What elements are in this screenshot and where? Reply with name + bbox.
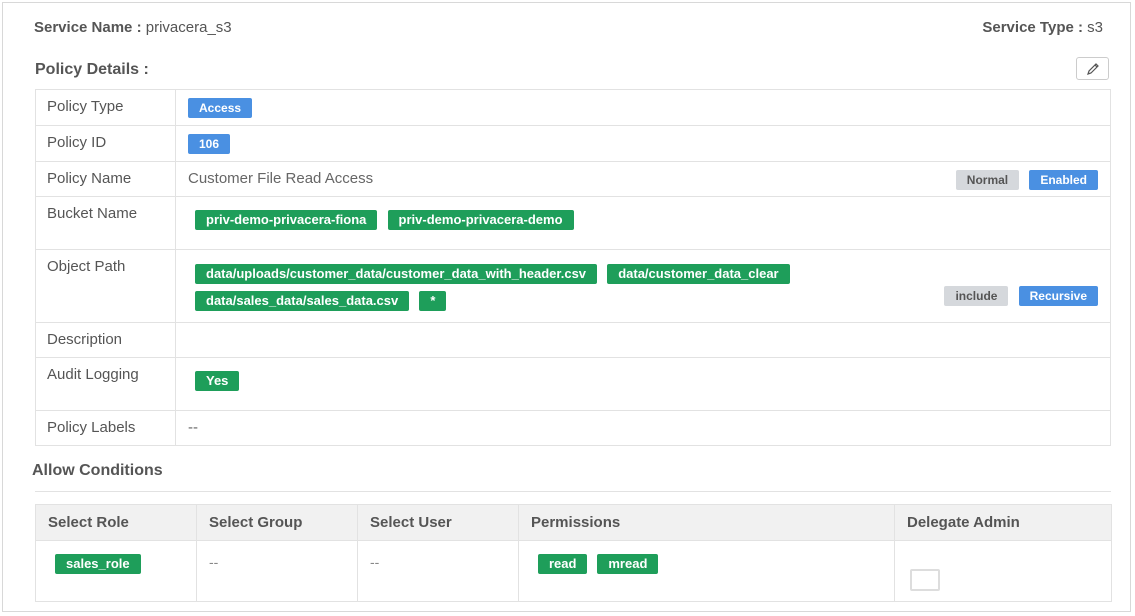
row-policy-name: Policy Name Customer File Read Access No… — [35, 161, 1111, 197]
policy-priority-badge: Normal — [955, 170, 1020, 190]
policy-view-panel: Service Name : privacera_s3 Service Type… — [2, 2, 1131, 612]
service-type: Service Type : s3 — [982, 19, 1103, 36]
policy-labels-label: Policy Labels — [35, 410, 176, 446]
row-policy-id: Policy ID 106 — [35, 125, 1111, 162]
policy-name-label: Policy Name — [35, 161, 176, 197]
description-label: Description — [35, 322, 176, 358]
col-permissions: Permissions — [518, 504, 895, 541]
col-select-role: Select Role — [35, 504, 197, 541]
policy-details-table: Policy Type Access Policy ID 106 Policy … — [35, 89, 1111, 446]
policy-details-title: Policy Details : — [35, 61, 149, 78]
table-row: sales_role -- -- read mread — [35, 540, 1112, 602]
policy-id-badge: 106 — [188, 134, 231, 154]
allow-conditions-table: Select Role Select Group Select User Per… — [35, 504, 1112, 602]
bucket-name-label: Bucket Name — [35, 196, 176, 250]
service-name-label: Service Name : — [34, 19, 142, 36]
row-description: Description — [35, 322, 1111, 358]
policy-status-badge: Enabled — [1029, 170, 1098, 190]
bucket-tag: priv-demo-privacera-demo — [387, 210, 574, 230]
pencil-icon — [1087, 63, 1099, 75]
user-value: -- — [357, 540, 519, 602]
policy-type-badge: Access — [188, 98, 253, 118]
section-divider — [35, 491, 1111, 492]
object-path-tag: data/uploads/customer_data/customer_data… — [195, 264, 598, 284]
col-select-user: Select User — [357, 504, 519, 541]
object-path-tag: data/sales_data/sales_data.csv — [195, 291, 410, 311]
col-select-group: Select Group — [196, 504, 358, 541]
permission-tag: mread — [597, 554, 659, 574]
service-type-label: Service Type : — [982, 19, 1083, 36]
edit-policy-button[interactable] — [1076, 57, 1109, 80]
policy-labels-value: -- — [188, 419, 198, 436]
audit-logging-label: Audit Logging — [35, 357, 176, 411]
allow-conditions-title: Allow Conditions — [32, 462, 163, 479]
policy-type-label: Policy Type — [35, 89, 176, 126]
allow-conditions-header: Select Role Select Group Select User Per… — [35, 504, 1112, 541]
description-value — [175, 322, 1111, 358]
role-tag: sales_role — [55, 554, 141, 574]
service-name-value: privacera_s3 — [145, 19, 232, 36]
row-policy-labels: Policy Labels -- — [35, 410, 1111, 446]
audit-logging-badge: Yes — [195, 371, 240, 391]
delegate-admin-checkbox[interactable] — [910, 569, 940, 591]
object-path-label: Object Path — [35, 249, 176, 323]
policy-name-value: Customer File Read Access — [188, 170, 374, 187]
group-value: -- — [196, 540, 358, 602]
object-path-tag: * — [419, 291, 447, 311]
include-badge: include — [944, 286, 1009, 306]
service-type-value: s3 — [1087, 19, 1103, 36]
service-name: Service Name : privacera_s3 — [34, 19, 232, 36]
row-audit-logging: Audit Logging Yes — [35, 357, 1111, 411]
col-delegate-admin: Delegate Admin — [894, 504, 1112, 541]
policy-id-label: Policy ID — [35, 125, 176, 162]
permission-tag: read — [538, 554, 588, 574]
bucket-tag: priv-demo-privacera-fiona — [195, 210, 378, 230]
row-object-path: Object Path data/uploads/customer_data/c… — [35, 249, 1111, 323]
row-bucket-name: Bucket Name priv-demo-privacera-fiona pr… — [35, 196, 1111, 250]
row-policy-type: Policy Type Access — [35, 89, 1111, 126]
recursive-badge: Recursive — [1018, 286, 1098, 306]
object-path-tag: data/customer_data_clear — [607, 264, 790, 284]
